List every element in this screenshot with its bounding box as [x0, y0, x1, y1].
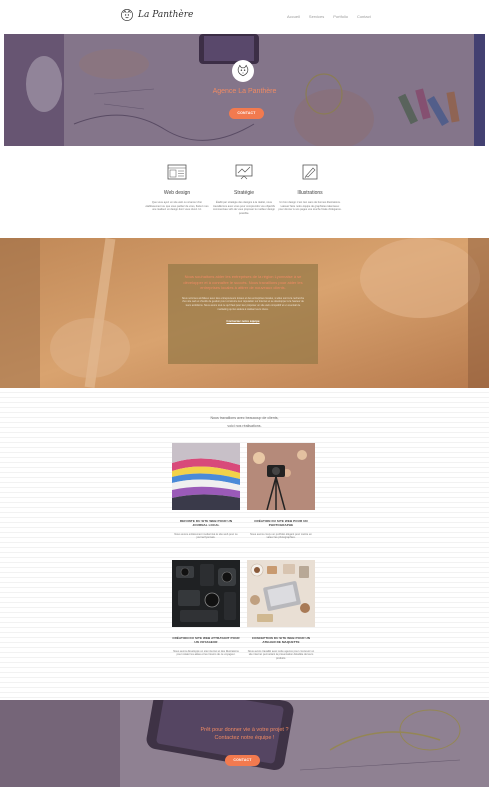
web-design-icon	[167, 164, 187, 180]
contact-team-link[interactable]: Contactez notre équipe	[180, 319, 306, 323]
service-description: Que vous ayez un site web ou à lancer d'…	[145, 201, 209, 212]
main-menu: Accueil Services Portfolio Contact	[287, 14, 371, 19]
mission-section: Nous souhaitons aider les entreprises de…	[0, 238, 489, 388]
brand-logo[interactable]: La Panthère	[120, 8, 193, 22]
hero-contact-button[interactable]: CONTACT	[229, 108, 264, 119]
service-title: Stratégie	[233, 190, 254, 196]
card-title: CRÉATION DU SITE WEB ATTRAYANT POUR UN V…	[172, 636, 240, 644]
card-description: Nous avons développé un site internet et…	[173, 649, 239, 657]
cta-section: Prêt pour donner vie à votre projet ? Co…	[0, 700, 489, 787]
camera-gear-photo	[172, 560, 240, 627]
menu-link-accueil[interactable]: Accueil	[287, 14, 300, 19]
mission-body: Nous sommes ambitieux avec des entrepren…	[181, 296, 305, 311]
hero-title: Agence La Panthère	[212, 88, 277, 95]
mission-text-box: Nous souhaitons aider les entreprises de…	[168, 264, 318, 364]
portfolio-intro-line-2: voici nos réalisations.	[227, 424, 262, 428]
card-description: Nous avons travaillé avec cette agence p…	[247, 649, 315, 660]
service-title: Illustrations	[297, 190, 323, 196]
brand-name: La Panthère	[138, 10, 194, 20]
card-description: Nous avons conçu un portfolio élégant po…	[250, 532, 312, 540]
card-title: REFONTE DU SITE WEB POUR UN JOURNAL LOCA…	[179, 519, 233, 527]
service-title: Web design	[163, 190, 191, 196]
panther-logo-icon	[121, 9, 133, 21]
magazines-photo	[172, 443, 240, 510]
cta-overlay	[0, 700, 489, 787]
cta-line-2: Contactez notre équipe !	[214, 735, 275, 741]
portfolio-card-voyageur[interactable]: CRÉATION DU SITE WEB ATTRAYANT POUR UN V…	[172, 560, 240, 657]
cta-contact-button[interactable]: CONTACT	[225, 755, 260, 766]
camera-tripod-photo	[247, 443, 315, 511]
top-navigation: La Panthère Accueil Services Portfolio C…	[0, 0, 489, 34]
cta-text: Prêt pour donner vie à votre projet ? Co…	[0, 726, 489, 742]
strategy-chart-icon	[235, 164, 253, 180]
menu-link-contact[interactable]: Contact	[357, 14, 371, 19]
mission-heading: Nous souhaitons aider les entreprises de…	[183, 274, 303, 291]
service-illustrations: Illustrations Un bon design n'est rien s…	[278, 164, 342, 212]
service-description: Établi par stratégie des designs à la ré…	[213, 201, 275, 215]
service-web-design: Web design Que vous ayez un site web ou …	[145, 164, 209, 212]
cta-line-1: Prêt pour donner vie à votre projet ?	[200, 727, 289, 733]
illustration-icon	[302, 164, 318, 180]
services-section: Web design Que vous ayez un site web ou …	[0, 146, 489, 238]
portfolio-intro-line-1: Nous travaillons avec beaucoup de client…	[210, 416, 279, 420]
hero-logo-badge	[232, 60, 254, 82]
workspace-laptop-photo	[247, 560, 315, 627]
card-title: CONCEPTION DU SITE WEB POUR UN ATELIER D…	[251, 636, 311, 644]
service-description: Un bon design n'est rien sans de bonnes …	[278, 201, 342, 212]
panther-head-icon	[237, 64, 249, 77]
menu-link-portfolio[interactable]: Portfolio	[333, 14, 348, 19]
service-strategie: Stratégie Établi par stratégie des desig…	[212, 164, 276, 215]
portfolio-card-atelier[interactable]: CONCEPTION DU SITE WEB POUR UN ATELIER D…	[247, 560, 315, 660]
menu-link-services[interactable]: Services	[309, 14, 324, 19]
portfolio-card-journal[interactable]: REFONTE DU SITE WEB POUR UN JOURNAL LOCA…	[172, 443, 240, 540]
portfolio-intro: Nous travaillons avec beaucoup de client…	[0, 414, 489, 430]
card-description: Nous avons entièrement modernisé le site…	[174, 532, 238, 540]
hero-section: Agence La Panthère CONTACT	[4, 34, 485, 146]
portfolio-section: Nous travaillons avec beaucoup de client…	[0, 388, 489, 700]
card-title: CRÉATION DU SITE WEB POUR UN PHOTOGRAPHE	[254, 519, 308, 527]
portfolio-card-photographe[interactable]: CRÉATION DU SITE WEB POUR UN PHOTOGRAPHE…	[247, 443, 315, 540]
